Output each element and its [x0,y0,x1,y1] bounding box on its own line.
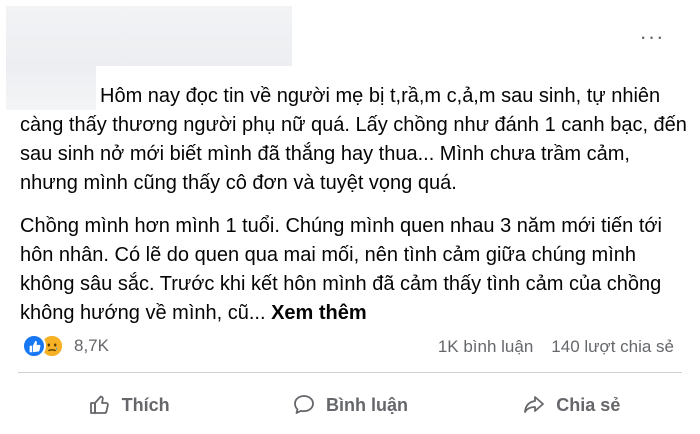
post-paragraph: Hôm nay đọc tin về người mẹ bị t,rầ,m c,… [20,85,687,194]
blurred-author-header [6,6,292,66]
post-paragraph: Chồng mình hơn mình 1 tuổi. Chúng mình q… [20,212,690,328]
comment-icon [292,393,316,417]
like-button-label: Thích [121,394,170,415]
like-icon [22,334,46,358]
post-body: Hôm nay đọc tin về người mẹ bị t,rầ,m c,… [20,82,690,342]
comment-count-link[interactable]: 1K bình luận [438,337,533,357]
engagement-stats: 1K bình luận 140 lượt chia sẻ [438,337,674,357]
divider [18,372,682,373]
reaction-summary[interactable]: 8,7K [22,334,109,358]
like-button[interactable]: Thích [18,380,239,430]
share-count-link[interactable]: 140 lượt chia sẻ [551,337,674,357]
more-options-button[interactable]: ··· [634,26,670,56]
see-more-link[interactable]: Xem thêm [271,302,367,324]
thumbs-up-icon [88,393,112,417]
share-button-label: Chia sẻ [556,394,621,415]
reaction-count: 8,7K [74,336,109,355]
comment-button[interactable]: Bình luận [239,380,460,430]
share-icon [522,393,546,417]
action-bar: Thích Bình luận Chia sẻ [18,380,682,430]
comment-button-label: Bình luận [325,394,408,415]
share-button[interactable]: Chia sẻ [461,380,682,430]
